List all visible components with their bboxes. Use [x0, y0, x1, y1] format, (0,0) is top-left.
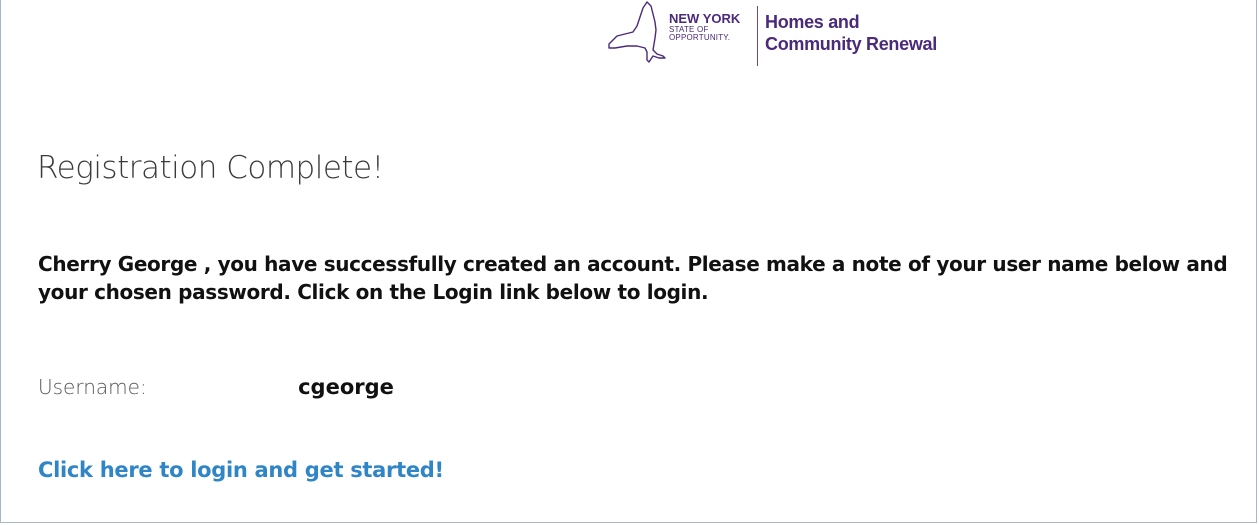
nys-wordmark: NEW YORK STATE OF OPPORTUNITY. — [669, 12, 753, 42]
username-label: Username: — [38, 375, 147, 399]
nys-hcr-logo: NEW YORK STATE OF OPPORTUNITY. Homes and… — [607, 0, 1007, 68]
agency-name: Homes and Community Renewal — [765, 11, 937, 55]
login-link[interactable]: Click here to login and get started! — [38, 458, 444, 482]
logo-divider — [757, 6, 758, 66]
new-york-state-map-icon — [608, 1, 666, 63]
state-name: NEW YORK — [669, 11, 741, 26]
page-frame: NEW YORK STATE OF OPPORTUNITY. Homes and… — [0, 0, 1257, 523]
state-tagline-line2: OPPORTUNITY. — [669, 33, 731, 42]
page-title: Registration Complete! — [37, 150, 384, 186]
username-value: cgeorge — [298, 375, 394, 399]
username-row: Username: cgeorge — [38, 375, 394, 399]
agency-name-line2: Community Renewal — [765, 34, 937, 54]
confirmation-message: Cherry George , you have successfully cr… — [38, 252, 1228, 304]
agency-name-line1: Homes and — [765, 12, 860, 32]
